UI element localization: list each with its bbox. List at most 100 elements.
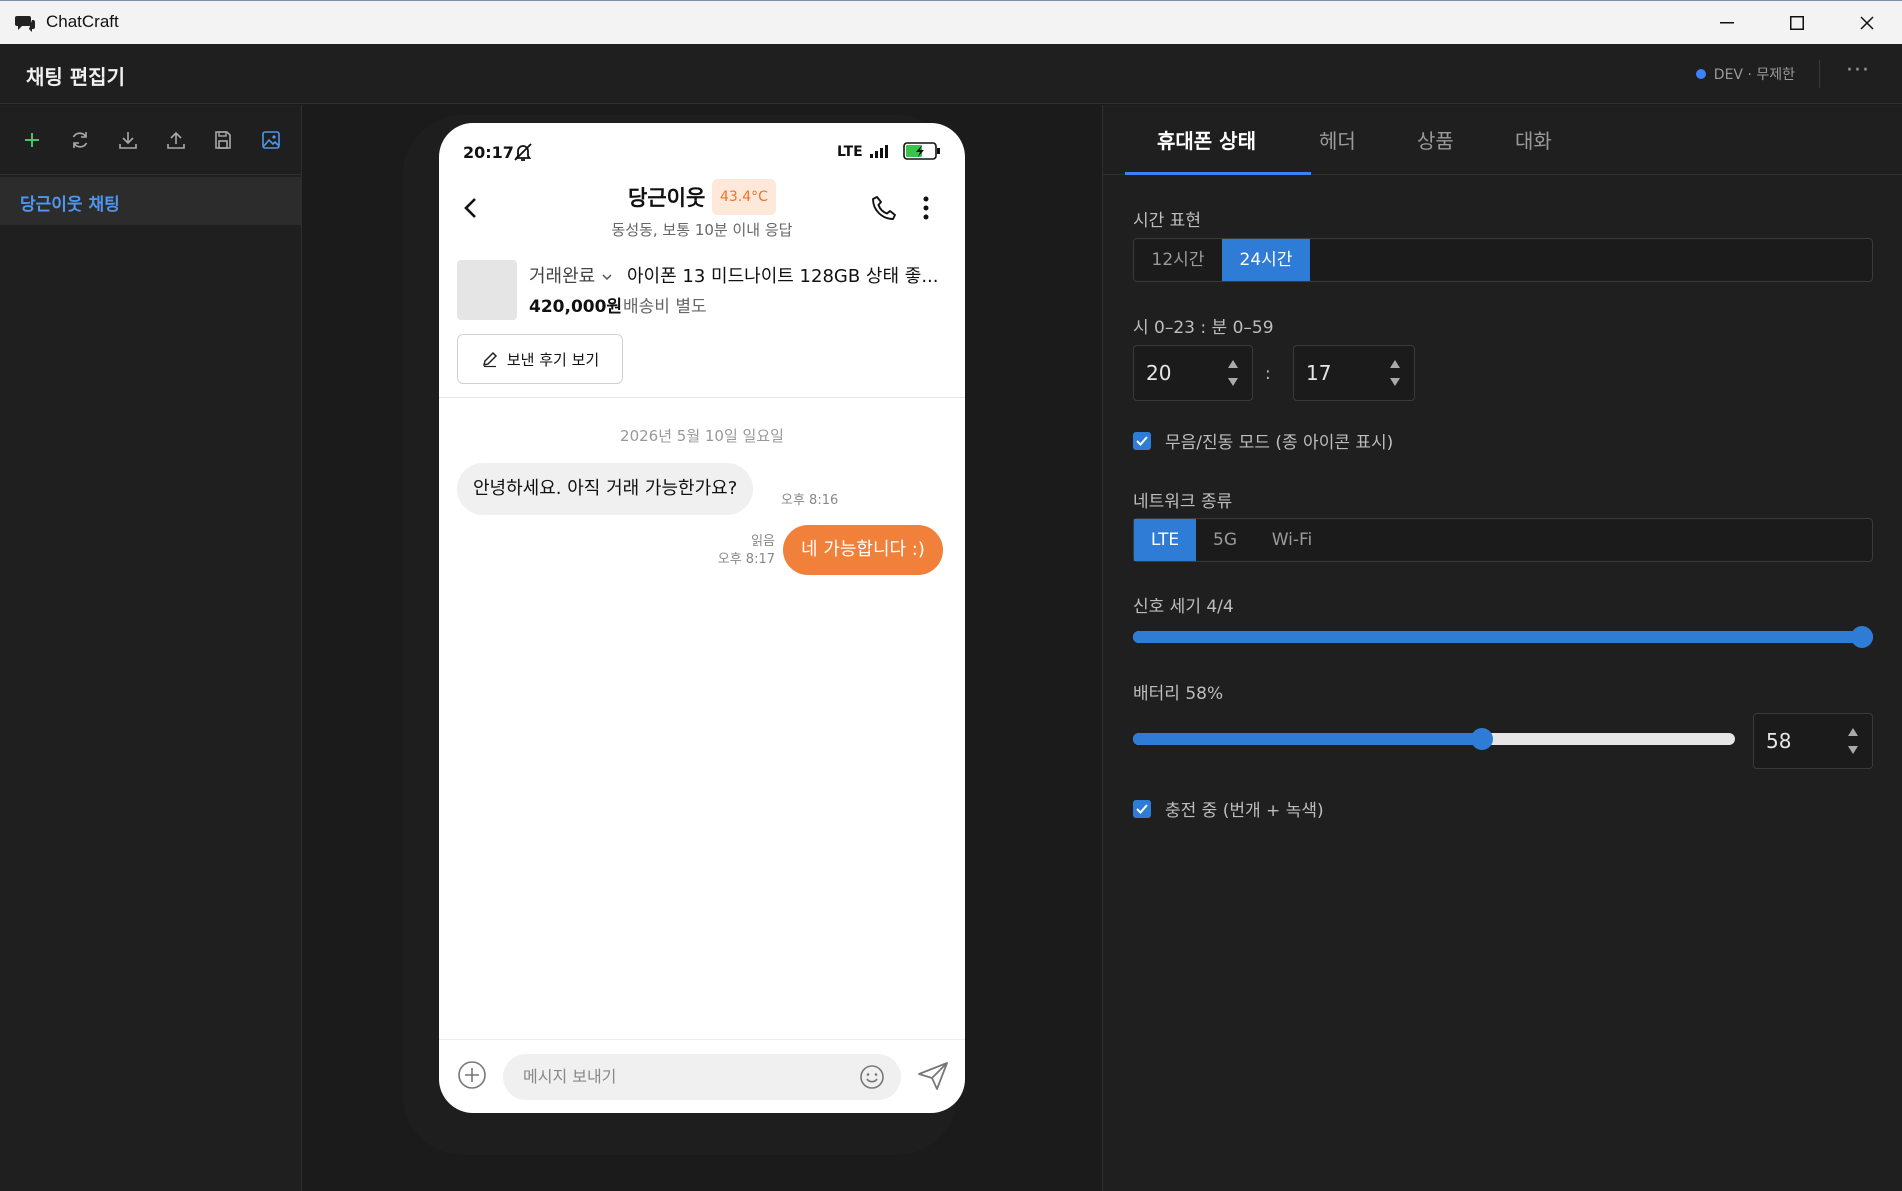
settings-tabs: 휴대폰 상태 헤더 상품 대화 <box>1103 105 1902 175</box>
page-title: 채팅 편집기 <box>26 65 125 89</box>
view-review-button[interactable]: 보낸 후기 보기 <box>457 334 623 384</box>
status-network: LTE <box>837 144 863 160</box>
hour-stepper[interactable]: 20 <box>1133 345 1253 401</box>
product-card: 거래완료 아이폰 13 미드나이트 128GB 상태 좋... 420,000원… <box>439 248 965 398</box>
network-wifi[interactable]: Wi-Fi <box>1254 519 1330 561</box>
silent-mode-label: 무음/진동 모드 (종 아이콘 표시) <box>1165 433 1394 453</box>
manner-temperature-badge: 43.4°C <box>712 179 776 215</box>
tab-phone-status[interactable]: 휴대폰 상태 <box>1157 125 1256 154</box>
maximize-button[interactable] <box>1762 1 1832 45</box>
kebab-menu-icon[interactable] <box>923 195 929 221</box>
app-header: 채팅 편집기 DEV · 무제한 ··· <box>0 44 1902 104</box>
read-receipt: 읽음 <box>751 534 775 549</box>
save-icon <box>215 131 231 149</box>
add-button[interactable] <box>19 127 45 153</box>
sidebar: 당근이웃 채팅 <box>0 105 302 1191</box>
env-badge: DEV · 무제한 <box>1695 64 1795 84</box>
upload-icon <box>167 131 185 149</box>
image-icon <box>262 131 280 149</box>
maximize-icon <box>1790 16 1804 30</box>
slider-fill <box>1133 631 1873 643</box>
silent-mode-checkbox[interactable]: 무음/진동 모드 (종 아이콘 표시) <box>1133 428 1393 453</box>
phone-status-bar: 20:17 LTE <box>439 123 965 167</box>
add-attachment-icon[interactable] <box>457 1060 487 1090</box>
back-arrow-icon[interactable] <box>463 197 479 219</box>
add-icon <box>25 133 39 147</box>
time-value-label: 시 0–23 : 분 0–59 <box>1133 318 1274 338</box>
outgoing-message-bubble: 네 가능합니다 :) <box>783 525 943 575</box>
time-separator: : <box>1265 364 1271 384</box>
send-icon[interactable] <box>917 1061 949 1091</box>
slider-handle[interactable] <box>1471 728 1493 750</box>
signal-strength-label: 신호 세기 4/4 <box>1133 597 1234 617</box>
export-button[interactable] <box>163 127 189 153</box>
slider-handle[interactable] <box>1851 626 1873 648</box>
minute-value: 17 <box>1306 361 1332 385</box>
product-name: 아이폰 13 미드나이트 128GB 상태 좋... <box>627 266 939 287</box>
stepper-arrows-icon[interactable] <box>1226 356 1240 390</box>
battery-stepper[interactable]: 58 <box>1753 713 1873 769</box>
battery-charging-icon <box>903 142 940 160</box>
minute-stepper[interactable]: 17 <box>1293 345 1415 401</box>
chevron-down-icon <box>602 274 612 281</box>
network-5g[interactable]: 5G <box>1196 519 1254 561</box>
tab-header[interactable]: 헤더 <box>1319 125 1356 154</box>
app-logo-icon <box>15 16 35 32</box>
signal-icon <box>870 145 888 158</box>
tab-conversation[interactable]: 대화 <box>1515 125 1552 154</box>
shipping-note: 배송비 별도 <box>623 297 707 317</box>
signal-strength-slider[interactable] <box>1133 626 1873 648</box>
header-divider <box>1819 60 1820 88</box>
partner-name: 당근이웃 <box>628 186 706 210</box>
refresh-button[interactable] <box>67 127 93 153</box>
network-type-toggle: LTE 5G Wi-Fi <box>1133 518 1873 562</box>
refresh-icon <box>72 132 88 148</box>
time-format-12h[interactable]: 12시간 <box>1134 239 1222 281</box>
time-format-24h[interactable]: 24시간 <box>1222 239 1310 281</box>
settings-panel: 휴대폰 상태 헤더 상품 대화 시간 표현 12시간 24시간 시 0–23 :… <box>1102 105 1902 1191</box>
export-image-button[interactable] <box>258 127 284 153</box>
sidebar-item-label: 당근이웃 채팅 <box>20 195 120 215</box>
window-title: ChatCraft <box>46 12 119 31</box>
outgoing-message-meta: 읽음 오후 8:17 <box>709 533 775 569</box>
chat-header: 당근이웃 43.4°C 동성동, 보통 10분 이내 응답 <box>439 173 965 243</box>
incoming-message-bubble: 안녕하세요. 아직 거래 가능한가요? <box>457 463 754 515</box>
incoming-message-time: 오후 8:16 <box>781 493 839 508</box>
phone-preview: 20:17 LTE 당근이웃 43.4°C 동성동, 보통 10분 이내 응답 … <box>439 123 965 1113</box>
pencil-icon <box>482 351 497 368</box>
battery-value: 58 <box>1766 729 1792 753</box>
minimize-icon <box>1720 22 1734 24</box>
battery-label: 배터리 58% <box>1133 684 1224 704</box>
date-divider: 2026년 5월 10일 일요일 <box>620 427 784 445</box>
download-icon <box>119 132 137 149</box>
deal-status-dropdown[interactable]: 거래완료 <box>529 262 613 288</box>
stepper-arrows-icon[interactable] <box>1388 356 1402 390</box>
minimize-button[interactable] <box>1692 1 1762 45</box>
hour-value: 20 <box>1146 361 1172 385</box>
close-icon <box>1860 16 1874 30</box>
battery-slider[interactable] <box>1133 728 1735 750</box>
partner-subtitle: 동성동, 보통 10분 이내 응답 <box>611 221 793 239</box>
outgoing-message-time: 오후 8:17 <box>717 552 775 567</box>
phone-call-icon[interactable] <box>871 195 897 221</box>
env-status-dot <box>1695 69 1706 79</box>
sidebar-item-chat[interactable]: 당근이웃 채팅 <box>0 177 302 225</box>
sidebar-toolbar <box>0 105 302 175</box>
network-type-label: 네트워크 종류 <box>1133 492 1233 512</box>
time-format-label: 시간 표현 <box>1133 211 1201 231</box>
bell-muted-icon <box>514 143 532 161</box>
emoji-icon[interactable] <box>859 1064 885 1090</box>
import-button[interactable] <box>115 127 141 153</box>
checkbox-checked-icon <box>1133 799 1151 818</box>
window-titlebar: ChatCraft <box>0 0 1902 44</box>
more-menu-button[interactable]: ··· <box>1846 58 1870 83</box>
stepper-arrows-icon[interactable] <box>1846 724 1860 758</box>
product-thumbnail <box>457 260 517 320</box>
message-input[interactable]: 메시지 보내기 <box>503 1054 901 1100</box>
save-button[interactable] <box>210 127 236 153</box>
tab-product[interactable]: 상품 <box>1417 125 1454 154</box>
charging-checkbox[interactable]: 충전 중 (번개 + 녹색) <box>1133 796 1324 821</box>
close-window-button[interactable] <box>1832 1 1902 45</box>
network-lte[interactable]: LTE <box>1134 519 1196 561</box>
view-review-label: 보낸 후기 보기 <box>506 350 600 369</box>
